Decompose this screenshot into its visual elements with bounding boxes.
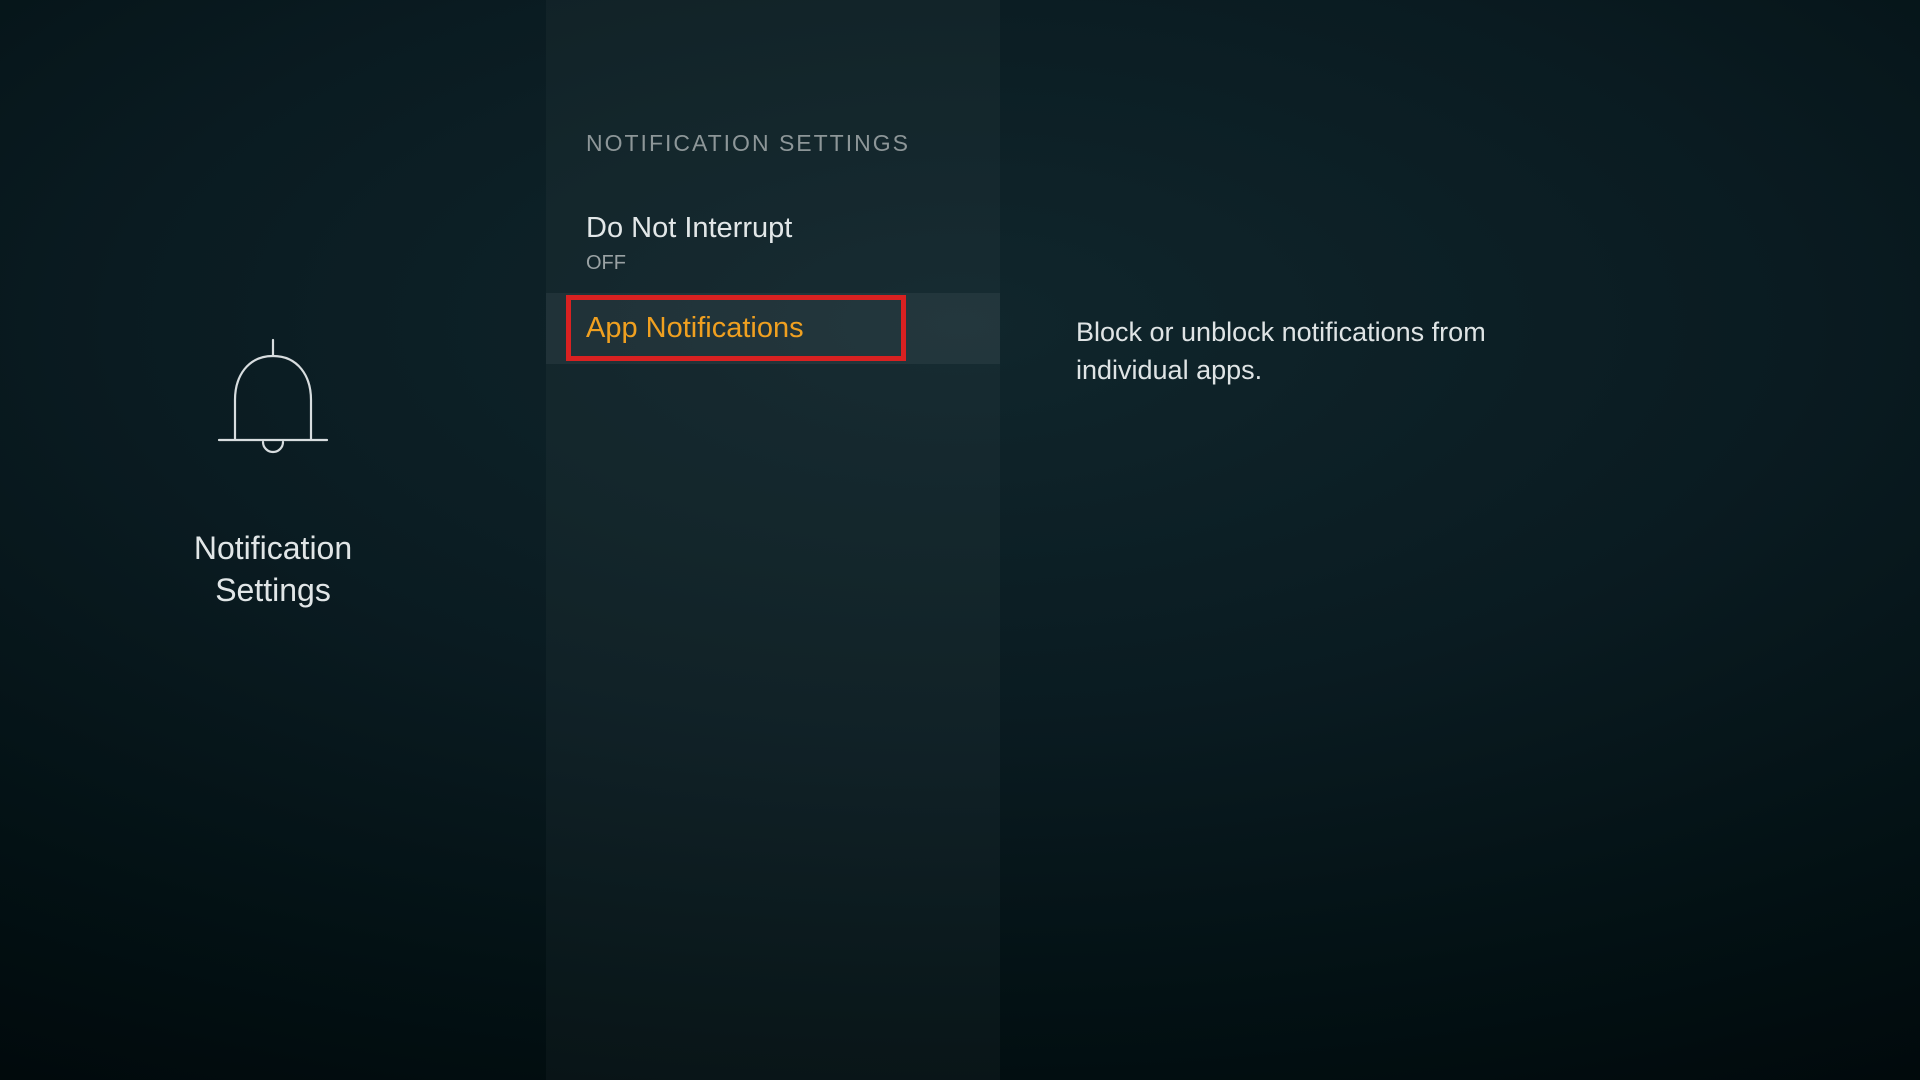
settings-item-do-not-interrupt[interactable]: Do Not Interrupt OFF bbox=[546, 193, 1000, 293]
settings-item-title: Do Not Interrupt bbox=[586, 211, 960, 246]
bell-icon bbox=[196, 318, 351, 488]
settings-item-subtitle: OFF bbox=[586, 252, 960, 275]
category-panel: Notification Settings bbox=[0, 0, 546, 1080]
settings-item-app-notifications[interactable]: App Notifications bbox=[546, 293, 1000, 364]
list-header: NOTIFICATION SETTINGS bbox=[546, 130, 1000, 193]
description-panel: Block or unblock notifications from indi… bbox=[1000, 0, 1920, 1080]
settings-list: NOTIFICATION SETTINGS Do Not Interrupt O… bbox=[546, 0, 1000, 1080]
settings-item-title: App Notifications bbox=[586, 311, 960, 346]
description-text: Block or unblock notifications from indi… bbox=[1076, 314, 1506, 390]
category-title: Notification Settings bbox=[143, 528, 403, 611]
